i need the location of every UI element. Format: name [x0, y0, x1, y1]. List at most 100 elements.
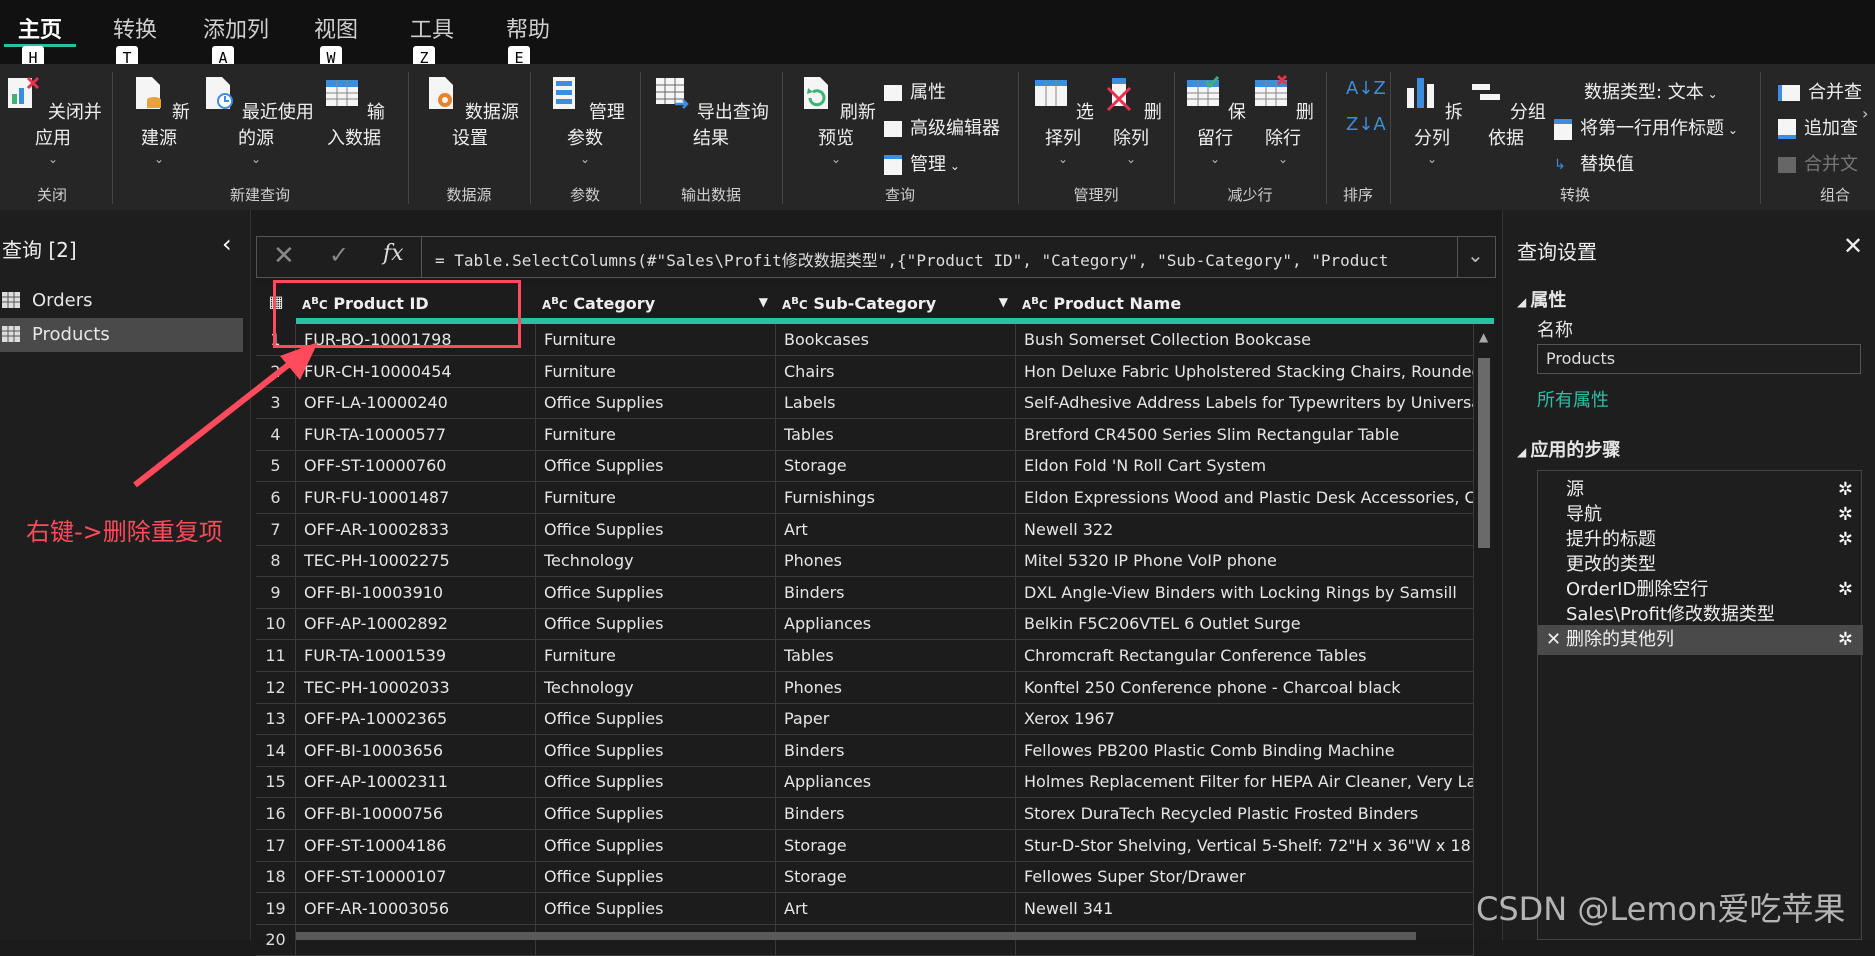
table-cell[interactable]: OFF-AR-10003056: [296, 892, 536, 924]
table-cell[interactable]: FUR-CH-10000454: [296, 355, 536, 387]
close-icon[interactable]: ✕: [1843, 232, 1863, 260]
table-cell[interactable]: Furnishings: [776, 482, 1016, 513]
remove-columns-button[interactable]: 删除列 ⌄: [1098, 74, 1164, 166]
table-cell[interactable]: Self-Adhesive Address Labels for Typewri…: [1016, 387, 1474, 419]
table-cell[interactable]: Fellowes PB200 Plastic Comb Binding Mach…: [1016, 734, 1474, 766]
table-cell[interactable]: OFF-ST-10004186: [296, 829, 536, 861]
data-type-dropdown[interactable]: 数据类型: 文本 ⌄: [1584, 78, 1718, 104]
table-cell[interactable]: Paper: [776, 703, 1016, 735]
expand-formula-icon[interactable]: ⌄: [1467, 243, 1484, 267]
table-cell[interactable]: OFF-ST-10000107: [296, 861, 536, 893]
step-settings-gear-icon[interactable]: ✲: [1838, 625, 1853, 655]
sort-descending-icon[interactable]: Z↓A: [1346, 114, 1386, 135]
tab-transform[interactable]: 转换: [113, 12, 157, 44]
tab-home[interactable]: 主页: [18, 12, 62, 44]
table-cell[interactable]: Newell 322: [1016, 513, 1474, 545]
table-cell[interactable]: Tables: [776, 640, 1016, 671]
table-row[interactable]: 11 FUR-TA-10001539 Furniture Tables Chromcra…: [256, 640, 1474, 672]
filter-dropdown-icon[interactable]: ▼: [999, 284, 1008, 320]
table-cell[interactable]: Office Supplies: [536, 798, 776, 829]
confirm-formula-icon[interactable]: ✓: [329, 241, 349, 269]
formula-input[interactable]: = Table.SelectColumns(#"Sales\Profit修改数据…: [435, 247, 1445, 271]
replace-values-button[interactable]: ↳ 替换值: [1554, 150, 1634, 176]
table-cell[interactable]: Stur-D-Stor Shelving, Vertical 5-Shelf: …: [1016, 829, 1474, 861]
horizontal-scrollbar-thumb[interactable]: [296, 932, 1416, 940]
table-cell[interactable]: Art: [776, 513, 1016, 545]
table-cell[interactable]: Storage: [776, 829, 1016, 861]
table-cell[interactable]: OFF-BI-10003910: [296, 576, 536, 608]
table-cell[interactable]: Appliances: [776, 766, 1016, 798]
group-by-button[interactable]: 分组依据: [1466, 74, 1546, 150]
table-cell[interactable]: Storage: [776, 861, 1016, 893]
table-cell[interactable]: Bretford CR4500 Series Slim Rectangular …: [1016, 418, 1474, 450]
column-header-category[interactable]: ABC Category ▼: [536, 284, 777, 320]
applied-step[interactable]: ✕ 删除的其他列 ✲: [1538, 625, 1863, 655]
append-queries-button[interactable]: 追加查: [1778, 114, 1858, 140]
table-cell[interactable]: Furniture: [536, 482, 776, 513]
table-cell[interactable]: Bookcases: [776, 324, 1016, 355]
table-row[interactable]: 13 OFF-PA-10002365 Office Supplies Paper Xer…: [256, 703, 1474, 736]
collapse-pane-icon[interactable]: ‹: [222, 230, 232, 258]
table-cell[interactable]: Furniture: [536, 640, 776, 671]
manage-params-button[interactable]: 管理参数 ⌄: [540, 74, 630, 166]
table-cell[interactable]: Eldon Fold 'N Roll Cart System: [1016, 450, 1474, 482]
table-cell[interactable]: Tables: [776, 418, 1016, 450]
merge-queries-button[interactable]: 合并查: [1778, 78, 1862, 104]
table-cell[interactable]: Office Supplies: [536, 861, 776, 893]
table-cell[interactable]: Binders: [776, 734, 1016, 766]
scrollbar-thumb[interactable]: [1478, 358, 1490, 548]
delete-step-icon[interactable]: ✕: [1546, 625, 1561, 655]
enter-data-button[interactable]: 输入数据: [316, 74, 392, 150]
table-cell[interactable]: TEC-PH-10002033: [296, 671, 536, 703]
table-row[interactable]: 10 OFF-AP-10002892 Office Supplies Applianc…: [256, 608, 1474, 641]
table-row[interactable]: 16 OFF-BI-10000756 Office Supplies Binders S…: [256, 798, 1474, 830]
table-row[interactable]: 17 OFF-ST-10004186 Office Supplies Storage S…: [256, 829, 1474, 862]
table-row[interactable]: 7 OFF-AR-10002833 Office Supplies Art Newell…: [256, 513, 1474, 546]
ribbon-scroll-right-icon[interactable]: ›: [1862, 104, 1868, 123]
table-cell[interactable]: Phones: [776, 545, 1016, 577]
table-cell[interactable]: Office Supplies: [536, 734, 776, 766]
applied-steps-heading[interactable]: ◢ 应用的步骤: [1517, 436, 1620, 462]
advanced-editor-button[interactable]: 高级编辑器: [884, 114, 1000, 140]
table-row[interactable]: 12 TEC-PH-10002033 Technology Phones Konftel…: [256, 671, 1474, 704]
table-row[interactable]: 2 FUR-CH-10000454 Furniture Chairs Hon Delux…: [256, 355, 1474, 388]
table-cell[interactable]: Belkin F5C206VTEL 6 Outlet Surge: [1016, 608, 1474, 640]
table-cell[interactable]: Office Supplies: [536, 892, 776, 924]
table-row[interactable]: 5 OFF-ST-10000760 Office Supplies Storage El…: [256, 450, 1474, 483]
table-cell[interactable]: Bush Somerset Collection Bookcase: [1016, 324, 1474, 355]
table-row[interactable]: 18 OFF-ST-10000107 Office Supplies Storage F…: [256, 861, 1474, 894]
combine-files-button[interactable]: 合并文: [1778, 150, 1858, 176]
table-cell[interactable]: Newell 341: [1016, 892, 1474, 924]
table-cell[interactable]: Xerox 1967: [1016, 703, 1474, 735]
table-cell[interactable]: Furniture: [536, 418, 776, 450]
recent-sources-button[interactable]: 最近使用的源 ⌄: [196, 74, 316, 166]
split-column-button[interactable]: 拆分列 ⌄: [1400, 74, 1464, 166]
table-cell[interactable]: FUR-FU-10001487: [296, 482, 536, 513]
tab-add-column[interactable]: 添加列: [203, 12, 269, 44]
table-cell[interactable]: Phones: [776, 671, 1016, 703]
table-cell[interactable]: Technology: [536, 545, 776, 577]
table-cell[interactable]: Office Supplies: [536, 766, 776, 798]
table-cell[interactable]: Chromcraft Rectangular Conference Tables: [1016, 640, 1474, 671]
tab-tools[interactable]: 工具: [410, 12, 454, 44]
choose-columns-button[interactable]: 选择列 ⌄: [1030, 74, 1096, 166]
table-cell[interactable]: TEC-PH-10002275: [296, 545, 536, 577]
properties-heading[interactable]: ◢ 属性: [1517, 286, 1566, 312]
table-cell[interactable]: Art: [776, 892, 1016, 924]
all-properties-link[interactable]: 所有属性: [1537, 386, 1609, 412]
table-row[interactable]: 14 OFF-BI-10003656 Office Supplies Binders F…: [256, 734, 1474, 767]
query-item-orders[interactable]: Orders: [0, 284, 242, 318]
table-cell[interactable]: Furniture: [536, 324, 776, 355]
query-name-input[interactable]: Products: [1537, 344, 1861, 374]
table-row[interactable]: 20: [256, 924, 1474, 956]
table-cell[interactable]: Appliances: [776, 608, 1016, 640]
table-cell[interactable]: Office Supplies: [536, 450, 776, 482]
table-cell[interactable]: Eldon Expressions Wood and Plastic Desk …: [1016, 482, 1474, 513]
tab-help[interactable]: 帮助: [506, 12, 550, 44]
vertical-scrollbar[interactable]: ▲: [1474, 324, 1494, 940]
properties-button[interactable]: 属性: [884, 78, 946, 104]
table-cell[interactable]: OFF-BI-10000756: [296, 798, 536, 829]
table-cell[interactable]: OFF-AP-10002311: [296, 766, 536, 798]
table-cell[interactable]: Holmes Replacement Filter for HEPA Air C…: [1016, 766, 1474, 798]
table-cell[interactable]: Storex DuraTech Recycled Plastic Frosted…: [1016, 798, 1474, 829]
